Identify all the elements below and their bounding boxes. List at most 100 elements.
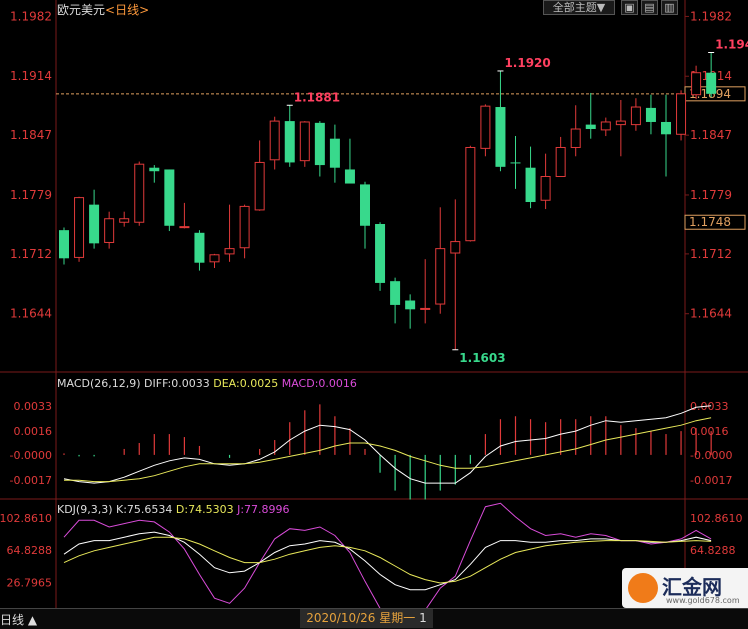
candle-body bbox=[269, 120, 280, 161]
marker-price-label: 1.1748 bbox=[689, 215, 731, 229]
chart-title: 欧元美元<日线> bbox=[57, 1, 149, 18]
price-tick-right: 1.1847 bbox=[690, 128, 732, 142]
period-toggle[interactable]: 日线 ▲ bbox=[0, 611, 37, 628]
candle-body bbox=[585, 124, 596, 130]
candle-body bbox=[661, 121, 671, 135]
price-tick-right: 1.1779 bbox=[690, 188, 732, 202]
candle-body bbox=[615, 120, 626, 126]
price-tick-right: 1.1712 bbox=[690, 247, 732, 261]
window-button-3[interactable]: ▥ bbox=[661, 0, 678, 15]
candle-body bbox=[555, 146, 566, 178]
symbol-label: 欧元美元 bbox=[57, 3, 106, 17]
price-tick-left: 1.1644 bbox=[10, 307, 52, 321]
kdj-tick-right: 102.8610 bbox=[690, 512, 743, 525]
macd-tick-left: 0.0016 bbox=[14, 425, 53, 438]
window-button-1[interactable]: ▣ bbox=[621, 0, 638, 15]
kdj-legend: KDJ(9,3,3) K:75.6534 D:74.5303 J:77.8996 bbox=[57, 503, 290, 516]
candle-body bbox=[645, 107, 656, 122]
kdj-d-line bbox=[63, 536, 712, 584]
price-tick-left: 1.1712 bbox=[10, 247, 52, 261]
macd-dea-line bbox=[64, 417, 712, 483]
macd-tick-left: -0.0000 bbox=[10, 449, 52, 462]
macd-diff: DIFF:0.0033 bbox=[144, 377, 210, 390]
date-extra: 1 bbox=[419, 611, 427, 625]
candle-body bbox=[390, 281, 401, 305]
candle-body bbox=[59, 230, 69, 259]
candle-body bbox=[284, 121, 295, 163]
price-tick-left: 1.1914 bbox=[10, 69, 52, 83]
price-tick-right: 1.1644 bbox=[690, 307, 732, 321]
candle-body bbox=[74, 197, 85, 258]
macd-tick-left: -0.0017 bbox=[10, 474, 52, 487]
candle-body bbox=[119, 218, 130, 223]
candle-body bbox=[600, 121, 611, 131]
candle-body bbox=[360, 184, 370, 226]
candle-body bbox=[254, 161, 265, 211]
candle-body bbox=[299, 121, 310, 162]
date-readout: 2020/10/26 星期一 1 bbox=[300, 609, 433, 628]
macd-diff-line bbox=[63, 405, 712, 484]
logo-mark-icon bbox=[628, 573, 658, 603]
candle-body bbox=[676, 93, 687, 135]
candle-body bbox=[179, 226, 190, 229]
candle-body bbox=[540, 176, 551, 201]
brand-logo: 汇金网 www.gold678.com bbox=[622, 568, 748, 608]
kdj-j-line bbox=[63, 502, 712, 623]
candle-body bbox=[314, 122, 325, 166]
price-tick-left: 1.1982 bbox=[10, 9, 52, 23]
candle-body bbox=[570, 128, 581, 148]
period-label[interactable]: <日线> bbox=[105, 3, 149, 17]
status-bar: 日线 ▲ 2020/10/26 星期一 1 bbox=[0, 608, 748, 629]
kdj-tick-right: 64.8288 bbox=[690, 544, 736, 557]
candle-body bbox=[450, 241, 461, 254]
kdj-tick-left: 64.8288 bbox=[7, 544, 53, 557]
candle-body bbox=[480, 105, 491, 149]
candle-body bbox=[435, 248, 446, 305]
kdj-d: D:74.5303 bbox=[175, 503, 234, 516]
annotation-low: 1.1603 bbox=[459, 351, 505, 365]
candle-body bbox=[164, 169, 175, 226]
candle-body bbox=[525, 167, 536, 203]
candle-body bbox=[224, 248, 235, 255]
annotation-high1: 1.1881 bbox=[294, 90, 340, 104]
candle-body bbox=[706, 72, 717, 94]
kdj-k: K:75.6534 bbox=[116, 503, 173, 516]
candle-body bbox=[89, 204, 100, 244]
logo-url: www.gold678.com bbox=[666, 596, 740, 605]
date-text: 2020/10/26 星期一 bbox=[306, 611, 416, 625]
annotation-high3: 1.1941 bbox=[715, 37, 748, 51]
kdj-tick-left: 26.7965 bbox=[7, 576, 53, 589]
main-theme-button[interactable]: 全部主题▼ bbox=[543, 0, 615, 15]
candle-body bbox=[495, 107, 506, 167]
candle-body bbox=[239, 205, 250, 249]
macd-tick-left: 0.0033 bbox=[14, 400, 53, 413]
price-tick-left: 1.1779 bbox=[10, 188, 52, 202]
kdj-tick-left: 102.8610 bbox=[0, 512, 52, 525]
window-button-2[interactable]: ▤ bbox=[641, 0, 658, 15]
macd-macd: MACD:0.0016 bbox=[281, 377, 357, 390]
candle-body bbox=[209, 254, 220, 263]
macd-tick-right: -0.0017 bbox=[690, 474, 732, 487]
candle-body bbox=[375, 224, 386, 283]
candle-body bbox=[329, 138, 340, 168]
annotation-high2: 1.1920 bbox=[504, 56, 550, 70]
candle-body bbox=[405, 300, 416, 310]
kdj-j: J:77.8996 bbox=[237, 503, 290, 516]
price-tick-right: 1.1982 bbox=[690, 9, 732, 23]
macd-params: MACD(26,12,9) bbox=[57, 377, 141, 390]
candle-body bbox=[465, 146, 476, 242]
candle-body bbox=[344, 169, 355, 184]
candle-body bbox=[510, 162, 521, 164]
macd-dea: DEA:0.0025 bbox=[213, 377, 279, 390]
candle-body bbox=[104, 218, 115, 243]
candle-body bbox=[420, 307, 431, 310]
candle-body bbox=[134, 163, 145, 223]
price-tick-left: 1.1847 bbox=[10, 128, 52, 142]
chart-canvas: 1.19821.19821.19141.19141.18471.18471.17… bbox=[0, 0, 748, 623]
candle-body bbox=[149, 167, 160, 172]
candle-body bbox=[691, 72, 702, 96]
kdj-params: KDJ(9,3,3) bbox=[57, 503, 113, 516]
macd-legend: MACD(26,12,9) DIFF:0.0033 DEA:0.0025 MAC… bbox=[57, 377, 357, 390]
candle-body bbox=[194, 232, 205, 263]
candle-body bbox=[630, 106, 641, 126]
